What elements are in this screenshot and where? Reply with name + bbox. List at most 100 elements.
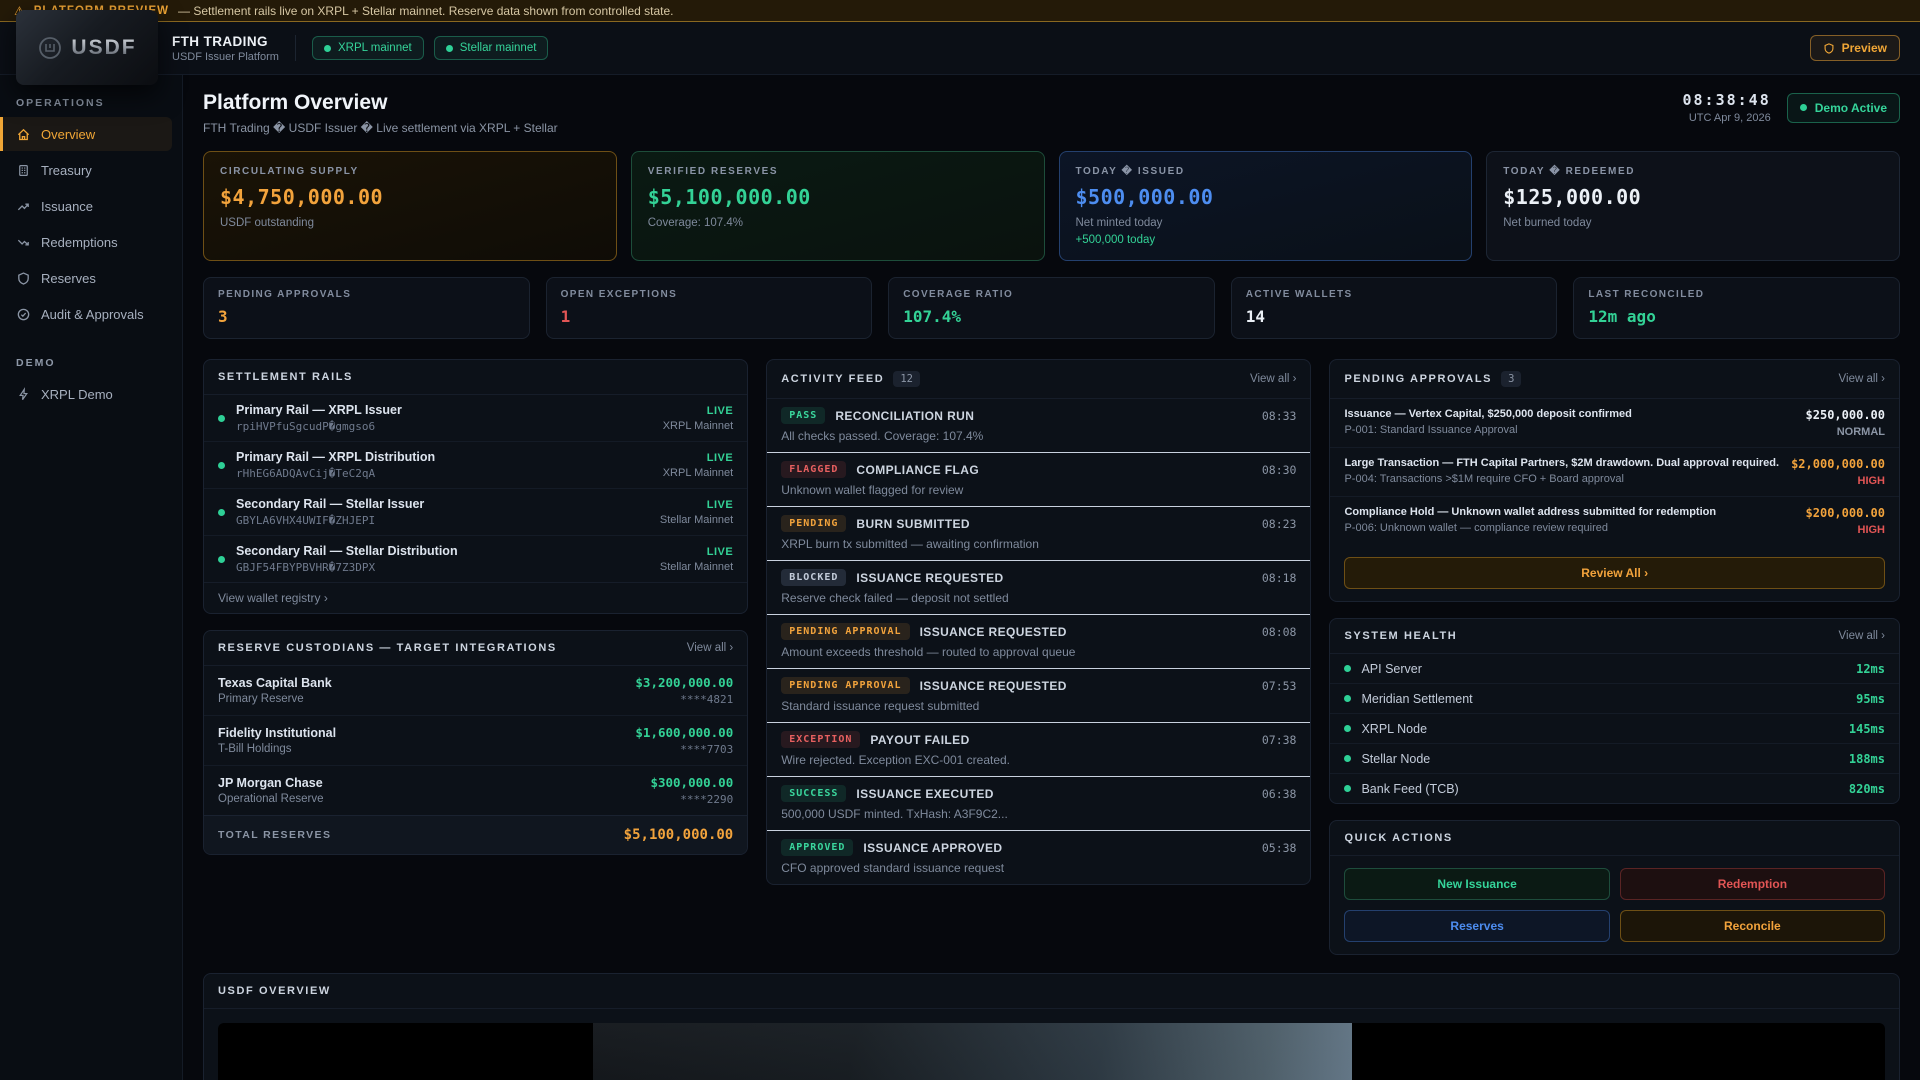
status-dot-icon <box>445 44 453 52</box>
settlement-rail-row: Primary Rail — XRPL Issuer rpiHVPfuSgcud… <box>204 395 747 441</box>
kpi-value: $5,100,000.00 <box>647 185 811 209</box>
settlement-rails-panel: SETTLEMENT RAILS Primary Rail — XRPL Iss… <box>203 359 749 614</box>
approval-policy: P-004: Transactions >$1M require CFO + B… <box>1344 473 1624 485</box>
review-all-button[interactable]: Review All › <box>1344 557 1885 589</box>
feed-item-description: Standard issuance request submitted <box>781 699 980 713</box>
sidebar-section-demo: DEMO <box>16 357 56 369</box>
feed-item-time: 08:33 <box>1261 408 1297 423</box>
kpi-card: TODAY � ISSUED $500,000.00 Net minted to… <box>1058 151 1473 261</box>
system-health-panel: SYSTEM HEALTH View all › API Server 12ms <box>1329 618 1900 804</box>
stat-card: PENDING APPROVALS 3 <box>203 277 530 339</box>
custodian-row: Fidelity Institutional T-Bill Holdings $… <box>204 715 748 765</box>
view-all-link[interactable]: View all › <box>1839 630 1885 642</box>
health-latency: 820ms <box>1848 781 1885 796</box>
sidebar-item-reserves[interactable]: Reserves <box>0 261 172 295</box>
health-row: API Server 12ms <box>1330 654 1899 683</box>
feed-item-time: 06:38 <box>1261 786 1297 801</box>
activity-feed-item: EXCEPTION PAYOUT FAILED 07:38 Wire rejec… <box>767 722 1311 776</box>
health-latency: 95ms <box>1856 691 1885 706</box>
health-row: XRPL Node 145ms <box>1330 713 1899 743</box>
rail-address: GBYLA6VHX4UWIF�ZHJEPI <box>236 514 376 527</box>
activity-feed-item: PENDING BURN SUBMITTED 08:23 XRPL burn t… <box>767 506 1311 560</box>
settlement-rail-row: Secondary Rail — Stellar Issuer GBYLA6VH… <box>204 488 748 535</box>
feed-item-title: BURN SUBMITTED <box>856 516 970 531</box>
sidebar-item-label: Audit & Approvals <box>41 306 144 322</box>
quick-action-button[interactable]: Reconcile <box>1619 910 1885 942</box>
custodian-name: JP Morgan Chase <box>218 776 323 790</box>
custodian-role: Primary Reserve <box>218 693 304 705</box>
stat-label: OPEN EXCEPTIONS <box>560 289 678 300</box>
live-dot-icon <box>218 414 225 422</box>
kpi-row: CIRCULATING SUPPLY $4,750,000.00 USDF ou… <box>203 151 1900 261</box>
clock-date: UTC Apr 9, 2026 <box>1688 112 1771 124</box>
feed-item-title: PAYOUT FAILED <box>870 732 970 747</box>
stat-card: ACTIVE WALLETS 14 <box>1230 277 1558 339</box>
preview-button[interactable]: Preview <box>1809 35 1900 61</box>
feed-item-time: 07:53 <box>1261 678 1297 693</box>
feed-item-description: Amount exceeds threshold — routed to app… <box>781 645 1076 659</box>
approval-amount: $200,000.00 <box>1805 506 1885 520</box>
preview-button-label: Preview <box>1841 41 1887 55</box>
approval-amount: $2,000,000.00 <box>1791 457 1885 471</box>
sidebar-item-treasury[interactable]: Treasury <box>0 153 172 187</box>
sidebar-item-overview[interactable]: Overview <box>0 117 172 151</box>
health-service-name: Bank Feed (TCB) <box>1361 781 1459 796</box>
sidebar-item-issuance[interactable]: Issuance <box>0 189 172 223</box>
health-dot-icon <box>1344 785 1352 792</box>
rail-name: Secondary Rail — Stellar Distribution <box>236 544 458 558</box>
home-icon <box>17 128 30 140</box>
view-all-link[interactable]: View all › <box>1839 373 1885 385</box>
feed-item-time: 08:18 <box>1261 570 1297 585</box>
view-all-link[interactable]: View all › <box>1250 373 1296 385</box>
page-title-block: Platform Overview FTH Trading � USDF Iss… <box>203 91 558 135</box>
logo-wordmark: USDF <box>71 35 137 59</box>
live-dot-icon <box>218 555 225 563</box>
sidebar-item-label: XRPL Demo <box>41 386 113 402</box>
top-bar: FTH TRADING USDF Issuer Platform XRPL ma… <box>0 22 1920 75</box>
company-block: FTH TRADING USDF Issuer Platform <box>172 34 279 63</box>
sidebar: OPERATIONS Overview Treasury Issuance Re… <box>0 75 183 1080</box>
trend-down-icon <box>17 239 29 245</box>
quick-action-button[interactable]: Redemption <box>1619 868 1885 900</box>
kpi-label: TODAY � REDEEMED <box>1503 166 1636 177</box>
panel-title: QUICK ACTIONS <box>1344 832 1453 844</box>
quick-action-button[interactable]: New Issuance <box>1344 868 1610 900</box>
rail-address: rpiHVPfuSgcudP�gmgso6 <box>236 420 376 433</box>
kpi-label: VERIFIED RESERVES <box>647 166 779 177</box>
stat-label: ACTIVE WALLETS <box>1245 289 1353 300</box>
status-badge: PENDING APPROVAL <box>781 677 910 694</box>
feed-count-badge: 12 <box>893 371 920 387</box>
banner-message: — Settlement rails live on XRPL + Stella… <box>178 3 674 18</box>
sidebar-item-label: Overview <box>41 126 96 142</box>
approval-severity: NORMAL <box>1836 426 1885 438</box>
total-reserves-label: TOTAL RESERVES <box>218 829 332 841</box>
kpi-subtext: USDF outstanding <box>220 217 314 229</box>
view-all-link[interactable]: View all › <box>687 642 733 654</box>
status-dot-icon <box>323 44 331 52</box>
sidebar-item-redemptions[interactable]: Redemptions <box>0 225 172 259</box>
view-wallet-registry-link[interactable]: View wallet registry › <box>204 582 748 613</box>
stat-label: COVERAGE RATIO <box>903 289 1014 300</box>
status-badge: BLOCKED <box>781 569 847 586</box>
network-badge: XRPL mainnet <box>311 36 424 60</box>
status-badge: PENDING APPROVAL <box>781 623 910 640</box>
approval-item: Issuance — Vertex Capital, $250,000 depo… <box>1330 399 1899 447</box>
demo-active-label: Demo Active <box>1814 100 1887 115</box>
sidebar-item-xrpl-demo[interactable]: XRPL Demo <box>0 377 172 411</box>
feed-item-time: 08:30 <box>1261 462 1297 477</box>
panel-title: PENDING APPROVALS <box>1344 373 1493 385</box>
live-dot-icon <box>218 461 225 469</box>
custodian-amount: $300,000.00 <box>650 775 734 790</box>
kpi-label: CIRCULATING SUPPLY <box>220 166 359 177</box>
sidebar-item-label: Redemptions <box>41 234 118 250</box>
feed-item-title: ISSUANCE REQUESTED <box>919 624 1067 639</box>
custodian-row: JP Morgan Chase Operational Reserve $300… <box>204 765 748 815</box>
stat-card: COVERAGE RATIO 107.4% <box>888 277 1215 339</box>
sidebar-item-audit-approvals[interactable]: Audit & Approvals <box>0 297 172 331</box>
feed-item-title: RECONCILIATION RUN <box>835 408 975 423</box>
quick-action-button[interactable]: Reserves <box>1344 910 1610 942</box>
pending-approvals-panel: PENDING APPROVALS 3 View all › Issuance … <box>1329 359 1900 602</box>
feed-item-description: 500,000 USDF minted. TxHash: A3F9C2... <box>781 807 1008 821</box>
rail-network: XRPL Mainnet <box>662 466 734 479</box>
rail-status: LIVE <box>706 404 734 417</box>
